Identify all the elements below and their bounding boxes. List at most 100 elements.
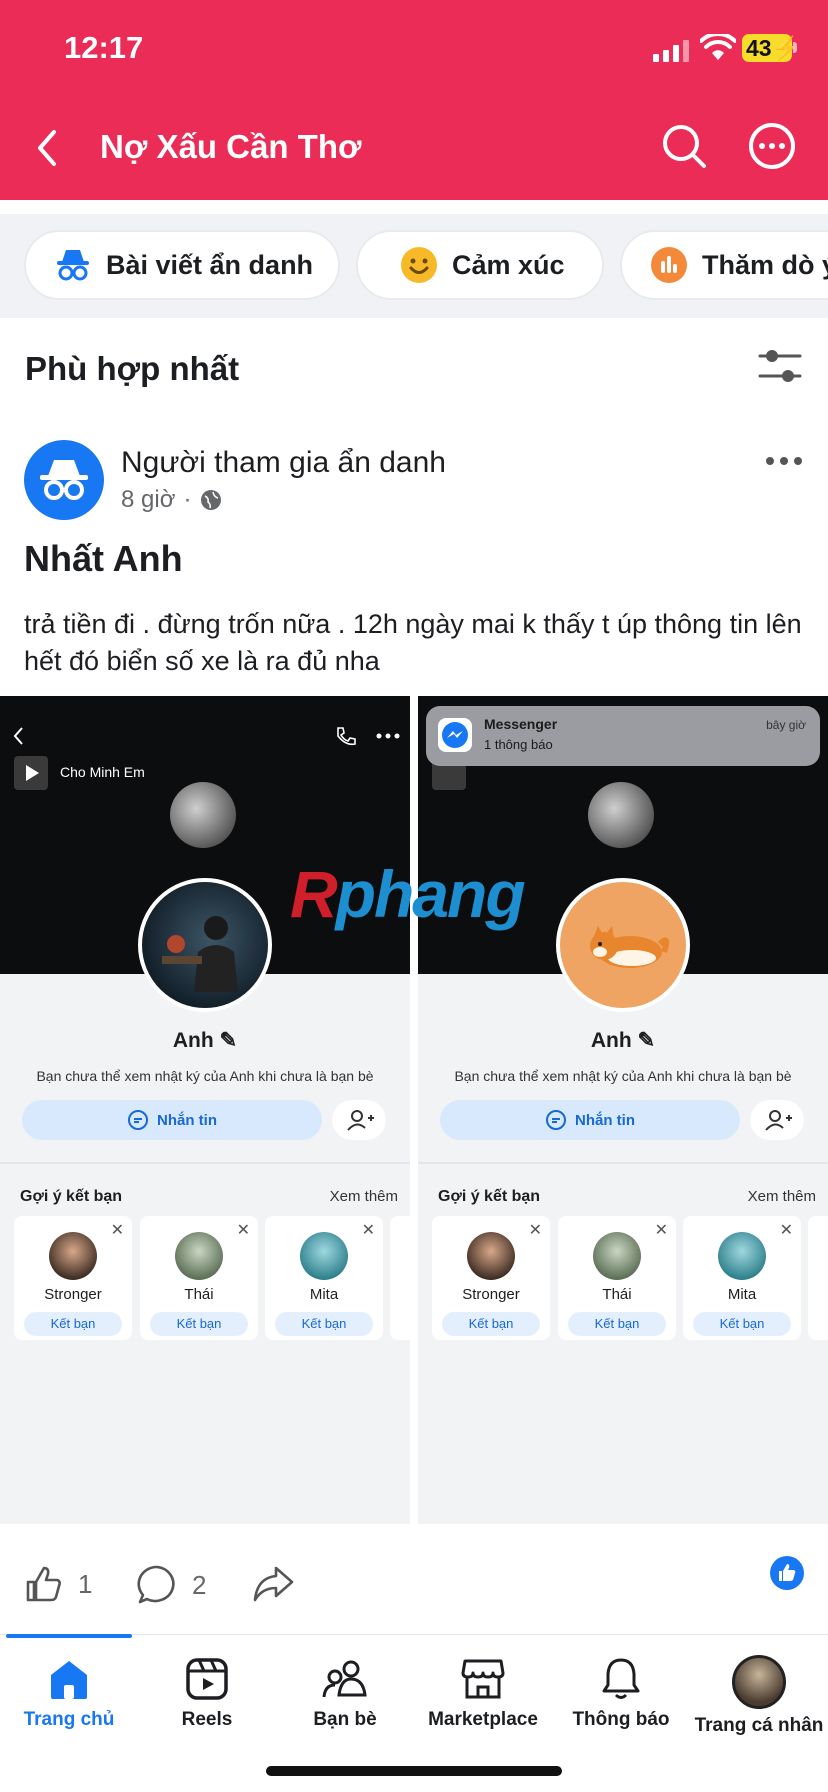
chip-anonymous-post[interactable]: Bài viết ẩn danh — [24, 230, 340, 300]
profile-screenshot-left: Cho Minh Em Anh ✎ Bạn chưa thể xem nhật … — [0, 696, 410, 1524]
add-friend-chip: Kết bạn — [568, 1312, 666, 1336]
suggest-title: Gợi ý kết bạn — [438, 1188, 541, 1205]
person-silhouette — [162, 916, 238, 992]
post-image[interactable]: Cho Minh Em Anh ✎ Bạn chưa thể xem nhật … — [0, 696, 828, 1524]
add-friend-button — [750, 1100, 804, 1140]
chip-label: Thăm dò ý — [702, 249, 828, 280]
comment-button[interactable]: 2 — [136, 1564, 206, 1606]
profile-name: Anh ✎ — [172, 1029, 238, 1052]
home-icon — [51, 1661, 87, 1699]
messenger-icon — [438, 718, 472, 752]
post-type-chips: Bài viết ẩn danh Cảm xúc Thăm dò ý — [0, 214, 828, 318]
marketplace-icon — [461, 1659, 505, 1699]
friend-avatar — [718, 1232, 766, 1280]
profile-music: Cho Minh Em — [60, 764, 145, 780]
filter-sliders-icon[interactable] — [758, 346, 802, 386]
profile-avatar-shiba — [556, 878, 690, 1012]
add-friend-chip: Kết bạn — [150, 1312, 248, 1336]
chip-label: Cảm xúc — [452, 249, 565, 280]
close-icon: ✕ — [110, 1222, 124, 1239]
friend-card: ✕ Mita Kết bạn — [265, 1216, 383, 1340]
profile-avatar — [732, 1655, 786, 1709]
close-icon: ✕ — [779, 1222, 793, 1239]
poll-icon — [651, 247, 687, 283]
add-friend-chip: Kết bạn — [24, 1312, 122, 1336]
like-reaction-badge[interactable] — [770, 1556, 804, 1590]
more-icon — [376, 733, 400, 739]
more-options-icon[interactable] — [748, 122, 796, 170]
friend-avatar — [175, 1232, 223, 1280]
chip-poll[interactable]: Thăm dò ý — [620, 230, 828, 300]
thumbs-up-icon — [779, 1564, 796, 1581]
play-icon — [26, 765, 39, 781]
add-friend-button — [332, 1100, 386, 1140]
post-body: trả tiền đi . đừng trốn nữa . 12h ngày m… — [24, 609, 802, 676]
friend-name: Thái — [184, 1286, 214, 1303]
nav-profile[interactable]: Trang cá nhân — [690, 1655, 828, 1737]
friend-card-partial — [390, 1216, 410, 1340]
add-friend-chip: Kết bạn — [275, 1312, 373, 1336]
nav-home[interactable]: Trang chủ — [0, 1655, 138, 1731]
friend-name: Mita — [727, 1286, 757, 1303]
post-title: Nhất Anh — [24, 538, 183, 579]
friend-card-partial — [808, 1216, 828, 1340]
smiley-icon — [401, 247, 437, 283]
meta-separator: · — [183, 486, 192, 513]
search-icon[interactable] — [660, 122, 708, 170]
add-person-icon — [765, 1110, 792, 1131]
divider — [418, 1162, 828, 1164]
signal-icon — [653, 40, 689, 62]
friend-card: ✕ Stronger Kết bạn — [14, 1216, 132, 1340]
messenger-notification: Messenger 1 thông báo bây giờ — [426, 706, 820, 766]
friend-name: Thái — [602, 1286, 632, 1303]
back-arrow-icon — [13, 727, 23, 745]
wifi-icon — [700, 34, 736, 60]
status-time: 12:17 — [64, 30, 144, 65]
friend-name: Mita — [309, 1286, 339, 1303]
chip-label: Bài viết ẩn danh — [106, 249, 314, 280]
back-arrow-icon[interactable] — [30, 126, 64, 170]
group-title: Nợ Xấu Cần Thơ — [100, 128, 362, 165]
active-tab-indicator — [6, 1634, 132, 1638]
post-time: 8 giờ — [121, 486, 176, 513]
divider — [0, 1162, 410, 1164]
friend-card: ✕ Thái Kết bạn — [140, 1216, 258, 1340]
friend-avatar — [467, 1232, 515, 1280]
profile-name: Anh ✎ — [590, 1029, 656, 1052]
comment-icon — [137, 1565, 175, 1604]
post-meta: 8 giờ · — [121, 486, 223, 514]
share-button[interactable] — [252, 1564, 308, 1604]
nav-friends[interactable]: Bạn bè — [276, 1655, 414, 1731]
reels-icon — [186, 1658, 228, 1700]
profile-screenshot-right: Messenger 1 thông báo bây giờ Anh ✎ Bạn … — [418, 696, 828, 1524]
like-count: 1 — [78, 1568, 93, 1599]
share-icon — [253, 1566, 294, 1602]
post-actions: 1 2 — [0, 1524, 828, 1634]
nav-marketplace[interactable]: Marketplace — [414, 1655, 552, 1731]
friends-note: Bạn chưa thể xem nhật ký của Anh khi chư… — [36, 1068, 374, 1084]
post-author[interactable]: Người tham gia ẩn danh — [121, 446, 446, 480]
suggest-title: Gợi ý kết bạn — [20, 1188, 123, 1205]
friend-card: ✕ Mita Kết bạn — [683, 1216, 801, 1340]
nav-reels[interactable]: Reels — [138, 1655, 276, 1731]
music-thumbnail — [14, 756, 48, 790]
chat-icon — [546, 1110, 566, 1130]
group-header: 12:17 43⚡ Nợ Xấu Cần Thơ — [0, 0, 828, 200]
friend-avatar — [300, 1232, 348, 1280]
profile-avatar-photo — [138, 878, 272, 1012]
chat-icon — [128, 1110, 148, 1130]
battery-tip — [793, 42, 797, 53]
comment-count: 2 — [192, 1569, 207, 1600]
globe-icon — [201, 490, 222, 510]
post-more-icon[interactable] — [764, 454, 804, 468]
home-indicator — [266, 1766, 562, 1776]
close-icon: ✕ — [528, 1222, 542, 1239]
nav-notifications[interactable]: Thông báo — [552, 1655, 690, 1731]
friends-icon — [322, 1660, 367, 1698]
chip-feeling[interactable]: Cảm xúc — [356, 230, 604, 300]
like-button[interactable]: 1 — [24, 1564, 92, 1604]
anonymous-avatar[interactable] — [24, 440, 104, 520]
message-button: Nhắn tin — [440, 1100, 740, 1140]
add-person-icon — [347, 1110, 374, 1131]
bell-icon — [602, 1658, 640, 1699]
